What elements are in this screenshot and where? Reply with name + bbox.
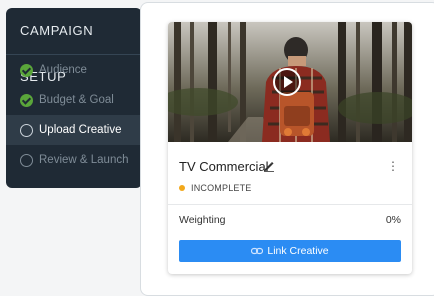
sidebar-item-audience[interactable]: Audience	[6, 55, 142, 85]
empty-circle-icon	[20, 123, 33, 137]
status-indicator: INCOMPLETE	[179, 183, 252, 193]
sidebar-item-label: Upload Creative	[39, 124, 122, 136]
sidebar-item-label: Audience	[39, 64, 87, 76]
sidebar-item-review-launch[interactable]: Review & Launch	[6, 145, 142, 175]
status-text: INCOMPLETE	[191, 183, 252, 193]
video-thumbnail[interactable]	[168, 22, 412, 142]
sidebar-title: CAMPAIGN SETUP	[6, 8, 142, 84]
card-title: TV Commercial	[179, 159, 269, 174]
sidebar-item-upload-creative[interactable]: Upload Creative	[6, 115, 142, 145]
link-creative-button[interactable]: Link Creative	[179, 240, 401, 262]
card-divider	[168, 204, 412, 205]
status-dot-icon	[179, 185, 185, 191]
link-chain-icon	[251, 247, 264, 255]
link-creative-label: Link Creative	[267, 245, 329, 257]
more-options-icon[interactable]: ⋮	[387, 158, 399, 174]
creative-card: TV Commercial ⋮ INCOMPLETE Weighting 0% …	[168, 22, 412, 274]
play-button[interactable]	[273, 68, 301, 96]
sidebar-item-label: Budget & Goal	[39, 94, 114, 106]
empty-circle-icon	[20, 153, 33, 167]
weighting-value: 0%	[385, 214, 401, 226]
weighting-label: Weighting	[179, 214, 226, 226]
sidebar-item-budget-goal[interactable]: Budget & Goal	[6, 85, 142, 115]
sidebar-item-label: Review & Launch	[39, 154, 129, 166]
check-circle-icon	[20, 93, 33, 107]
check-circle-icon	[20, 63, 33, 77]
campaign-setup-sidebar: CAMPAIGN SETUP Audience Budget & Goal Up…	[6, 8, 142, 188]
edit-pencil-icon[interactable]	[263, 160, 275, 172]
